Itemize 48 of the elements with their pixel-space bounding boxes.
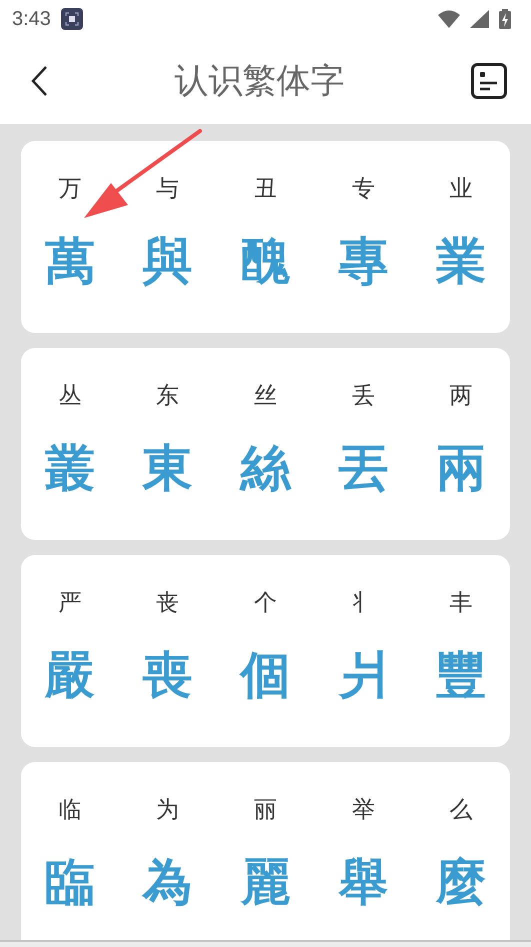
- simplified-character: 业: [450, 175, 473, 204]
- notes-button[interactable]: [471, 63, 507, 99]
- traditional-character[interactable]: 舉: [338, 850, 388, 914]
- simplified-character: 严: [58, 589, 82, 618]
- simplified-character: 丑: [254, 175, 277, 204]
- simplified-character: 个: [254, 589, 277, 618]
- simplified-character: 丝: [254, 382, 277, 411]
- traditional-character[interactable]: 丟: [338, 436, 388, 500]
- status-time: 3:43: [12, 8, 51, 30]
- simplified-character: 万: [58, 175, 82, 204]
- traditional-character[interactable]: 兩: [436, 436, 486, 500]
- traditional-character[interactable]: 豐: [436, 643, 486, 707]
- traditional-character[interactable]: 嚴: [44, 643, 95, 707]
- traditional-character[interactable]: 爿: [338, 643, 388, 707]
- simplified-character: 丬: [352, 589, 375, 618]
- simplified-character: 专: [352, 175, 375, 204]
- simplified-character: 临: [58, 796, 82, 825]
- simplified-character: 两: [450, 382, 473, 411]
- traditional-character[interactable]: 絲: [240, 436, 290, 500]
- traditional-character[interactable]: 叢: [44, 436, 95, 500]
- traditional-character[interactable]: 東: [142, 436, 193, 500]
- traditional-character[interactable]: 與: [142, 229, 193, 293]
- traditional-character[interactable]: 臨: [44, 850, 95, 914]
- traditional-character[interactable]: 麗: [240, 850, 290, 914]
- wifi-icon: [438, 10, 460, 28]
- simplified-character: 举: [352, 796, 375, 825]
- traditional-character[interactable]: 醜: [240, 229, 290, 293]
- traditional-character[interactable]: 個: [240, 643, 290, 707]
- app-notification-icon: [60, 8, 83, 30]
- simplified-character: 丢: [352, 382, 375, 411]
- simplified-character: 丽: [254, 796, 277, 825]
- battery-charging-icon: [499, 9, 511, 29]
- traditional-character[interactable]: 萬: [44, 229, 95, 293]
- simplified-character: 丛: [58, 382, 82, 411]
- traditional-character[interactable]: 喪: [142, 643, 193, 707]
- simplified-character: 么: [450, 796, 473, 825]
- simplified-character: 东: [156, 382, 180, 411]
- simplified-character: 为: [156, 796, 180, 825]
- page-title: 认识繁体字: [174, 60, 346, 103]
- back-button[interactable]: [30, 65, 48, 97]
- traditional-character[interactable]: 為: [142, 850, 193, 914]
- traditional-character[interactable]: 麼: [436, 850, 486, 914]
- traditional-character[interactable]: 專: [338, 229, 388, 293]
- signal-icon: [470, 10, 489, 28]
- simplified-character: 丰: [450, 589, 473, 618]
- simplified-character: 与: [156, 175, 180, 204]
- traditional-character[interactable]: 業: [436, 229, 486, 293]
- simplified-character: 丧: [156, 589, 180, 618]
